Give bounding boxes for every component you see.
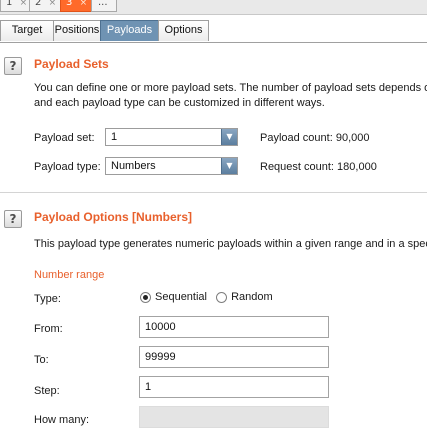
sequential-label[interactable]: Sequential <box>155 291 207 303</box>
attack-tab-3[interactable]: 3 × <box>60 0 92 12</box>
attack-tab-more[interactable]: ... <box>91 0 117 12</box>
random-radio[interactable] <box>216 291 228 303</box>
intruder-window: 1 × 2 × 3 × ... Target Positions Payload… <box>0 0 427 445</box>
close-icon[interactable]: × <box>20 0 28 8</box>
from-label: From: <box>34 323 63 335</box>
type-label: Type: <box>34 293 61 305</box>
sequential-radio[interactable] <box>140 291 151 303</box>
how-many-label: How many: <box>34 414 90 426</box>
close-icon[interactable]: × <box>80 0 88 8</box>
help-icon[interactable]: ? <box>4 57 22 75</box>
how-many-field <box>139 406 329 428</box>
attack-tab-2[interactable]: 2 × <box>29 0 61 12</box>
payload-type-label: Payload type: <box>34 161 101 173</box>
from-field[interactable]: 10000 <box>139 316 329 338</box>
attack-tab-1[interactable]: 1 × <box>0 0 30 12</box>
payload-count: Payload count: 90,000 <box>260 132 370 144</box>
attack-tab-bar: 1 × 2 × 3 × ... <box>0 0 427 15</box>
close-icon[interactable]: × <box>49 0 57 8</box>
to-label: To: <box>34 354 49 366</box>
payload-sets-description: You can define one or more payload sets.… <box>34 81 427 111</box>
tab-payloads[interactable]: Payloads <box>100 20 159 41</box>
payload-type-select[interactable]: Numbers ▼ <box>105 157 238 175</box>
tab-target[interactable]: Target <box>0 20 54 41</box>
step-label: Step: <box>34 385 60 397</box>
request-count: Request count: 180,000 <box>260 161 377 173</box>
tab-positions[interactable]: Positions <box>53 20 101 41</box>
help-icon[interactable]: ? <box>4 210 22 228</box>
number-type-radio-group: Sequential Random <box>140 291 279 303</box>
payload-set-label: Payload set: <box>34 132 95 144</box>
sub-tab-bar: Target Positions Payloads Options <box>0 18 427 43</box>
chevron-down-icon[interactable]: ▼ <box>221 129 237 145</box>
description-line: and each payload type can be customized … <box>34 97 325 109</box>
chevron-down-icon[interactable]: ▼ <box>221 158 237 174</box>
attack-tab-label: 1 <box>6 0 13 8</box>
section-divider <box>0 192 427 193</box>
step-field[interactable]: 1 <box>139 376 329 398</box>
attack-tab-label: 3 <box>66 0 73 8</box>
attack-tab-label: ... <box>98 0 108 8</box>
tab-options[interactable]: Options <box>158 20 209 41</box>
section-title-payload-options: Payload Options [Numbers] <box>34 210 193 224</box>
section-title-payload-sets: Payload Sets <box>34 57 109 71</box>
attack-tab-label: 2 <box>35 0 42 8</box>
random-label[interactable]: Random <box>231 291 273 303</box>
payload-type-value: Numbers <box>111 160 156 172</box>
payload-set-select[interactable]: 1 ▼ <box>105 128 238 146</box>
payload-options-description: This payload type generates numeric payl… <box>34 238 427 250</box>
payload-set-value: 1 <box>111 131 118 143</box>
to-field[interactable]: 99999 <box>139 346 329 368</box>
description-line: You can define one or more payload sets.… <box>34 82 427 94</box>
number-range-heading: Number range <box>34 269 105 281</box>
